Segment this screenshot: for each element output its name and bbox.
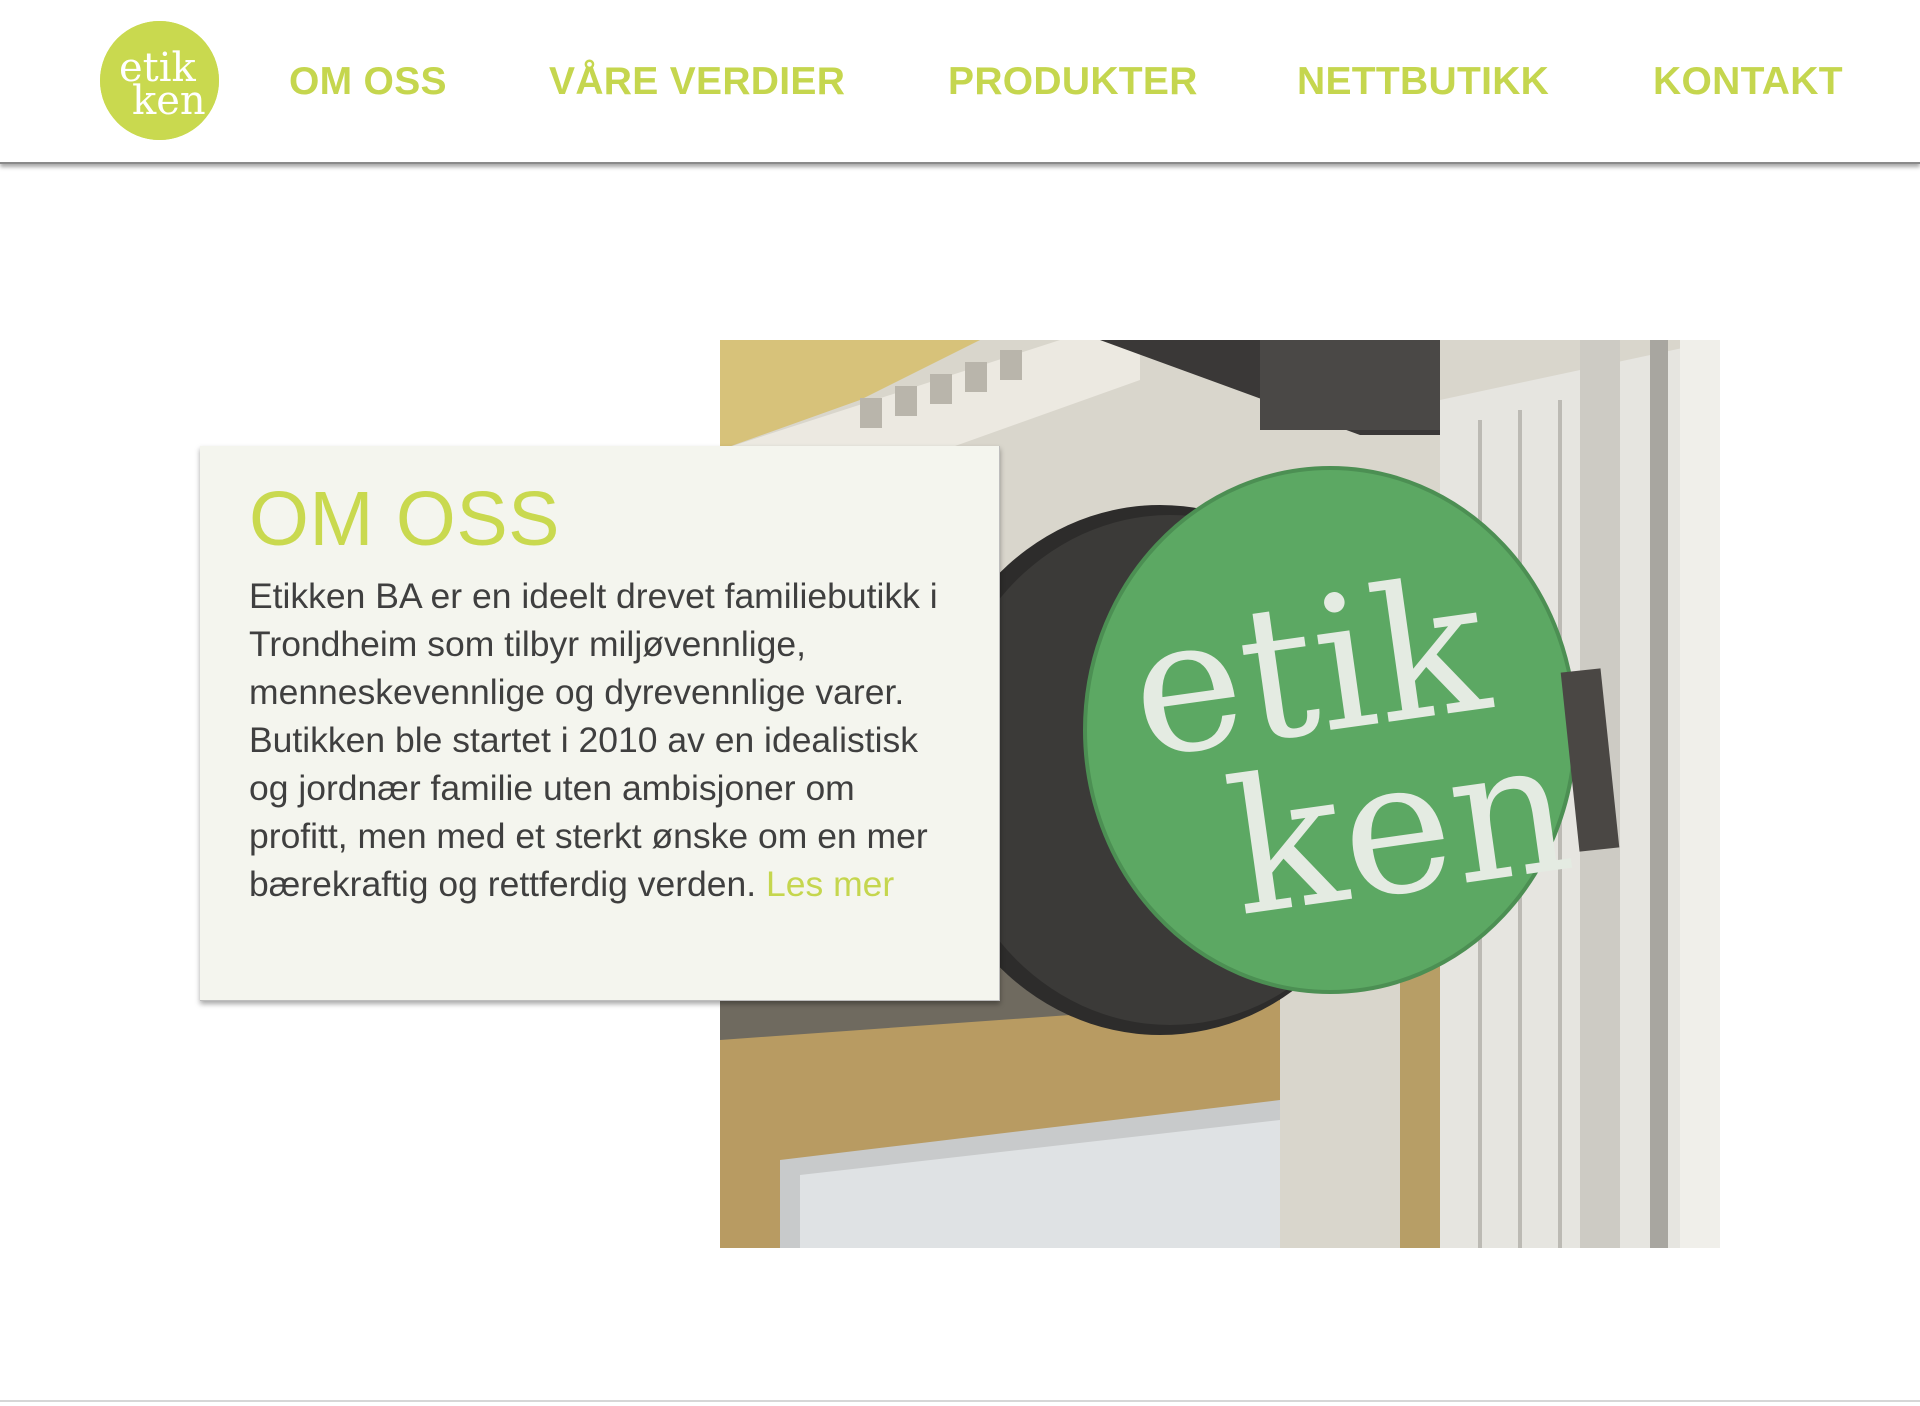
nav-item-nettbutikk[interactable]: NETTBUTIKK xyxy=(1297,58,1549,106)
nav-item-produkter[interactable]: PRODUKTER xyxy=(948,58,1198,106)
about-body: Etikken BA er en ideelt drevet familiebu… xyxy=(249,576,938,904)
read-more-link[interactable]: Les mer xyxy=(766,864,894,904)
main-nav: OM OSS VÅRE VERDIER PRODUKTER NETTBUTIKK… xyxy=(0,58,1920,108)
about-card: OM OSS Etikken BA er en ideelt drevet fa… xyxy=(200,446,1000,1001)
about-title: OM OSS xyxy=(249,476,561,562)
nav-item-om-oss[interactable]: OM OSS xyxy=(289,58,447,106)
nav-item-vare-verdier[interactable]: VÅRE VERDIER xyxy=(549,58,845,106)
site-header: etik ken OM OSS VÅRE VERDIER PRODUKTER N… xyxy=(0,0,1920,164)
nav-item-kontakt[interactable]: KONTAKT xyxy=(1653,58,1843,106)
bottom-divider xyxy=(0,1400,1920,1402)
about-text: Etikken BA er en ideelt drevet familiebu… xyxy=(249,572,951,908)
